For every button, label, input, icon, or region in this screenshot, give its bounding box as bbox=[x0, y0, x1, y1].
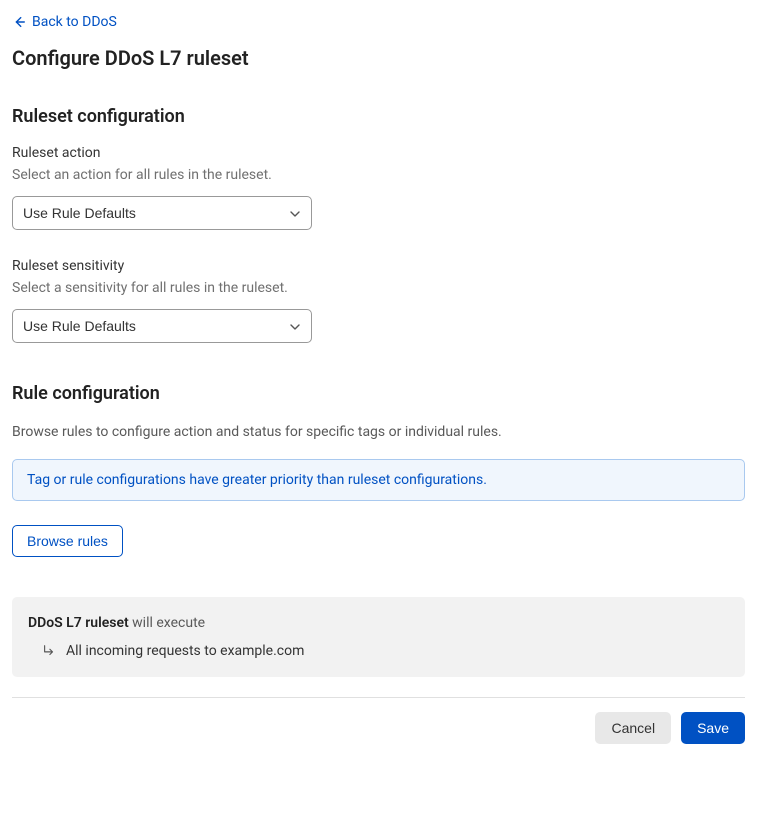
rule-config-heading: Rule configuration bbox=[12, 383, 745, 404]
save-button[interactable]: Save bbox=[681, 712, 745, 744]
footer-actions: Cancel Save bbox=[12, 712, 745, 744]
summary-detail: All incoming requests to example.com bbox=[28, 643, 729, 659]
rule-configuration-section: Rule configuration Browse rules to confi… bbox=[12, 383, 745, 557]
ruleset-sensitivity-label: Ruleset sensitivity bbox=[12, 258, 745, 274]
execution-summary: DDoS L7 ruleset will execute All incomin… bbox=[12, 597, 745, 677]
footer-divider bbox=[12, 697, 745, 698]
ruleset-sensitivity-select[interactable]: Use Rule Defaults bbox=[12, 309, 312, 343]
ruleset-action-description: Select an action for all rules in the ru… bbox=[12, 165, 312, 186]
arrow-left-icon bbox=[12, 15, 26, 29]
ruleset-configuration-section: Ruleset configuration Ruleset action Sel… bbox=[12, 106, 745, 343]
rule-config-description: Browse rules to configure action and sta… bbox=[12, 422, 745, 443]
summary-detail-text: All incoming requests to example.com bbox=[66, 643, 304, 659]
rule-config-info-note: Tag or rule configurations have greater … bbox=[12, 459, 745, 501]
cancel-button[interactable]: Cancel bbox=[595, 712, 671, 744]
summary-title-rest: will execute bbox=[129, 615, 205, 631]
ruleset-sensitivity-description: Select a sensitivity for all rules in th… bbox=[12, 278, 312, 299]
ruleset-action-label: Ruleset action bbox=[12, 145, 745, 161]
summary-title: DDoS L7 ruleset will execute bbox=[28, 615, 729, 631]
browse-rules-button[interactable]: Browse rules bbox=[12, 525, 123, 557]
summary-title-strong: DDoS L7 ruleset bbox=[28, 615, 129, 631]
back-to-ddos-link[interactable]: Back to DDoS bbox=[12, 14, 117, 30]
ruleset-config-heading: Ruleset configuration bbox=[12, 106, 745, 127]
ruleset-sensitivity-field: Ruleset sensitivity Select a sensitivity… bbox=[12, 258, 745, 343]
nested-arrow-icon bbox=[42, 644, 56, 658]
ruleset-action-select[interactable]: Use Rule Defaults bbox=[12, 196, 312, 230]
page-title: Configure DDoS L7 ruleset bbox=[12, 46, 745, 70]
ruleset-action-field: Ruleset action Select an action for all … bbox=[12, 145, 745, 230]
back-link-text: Back to DDoS bbox=[32, 14, 117, 30]
